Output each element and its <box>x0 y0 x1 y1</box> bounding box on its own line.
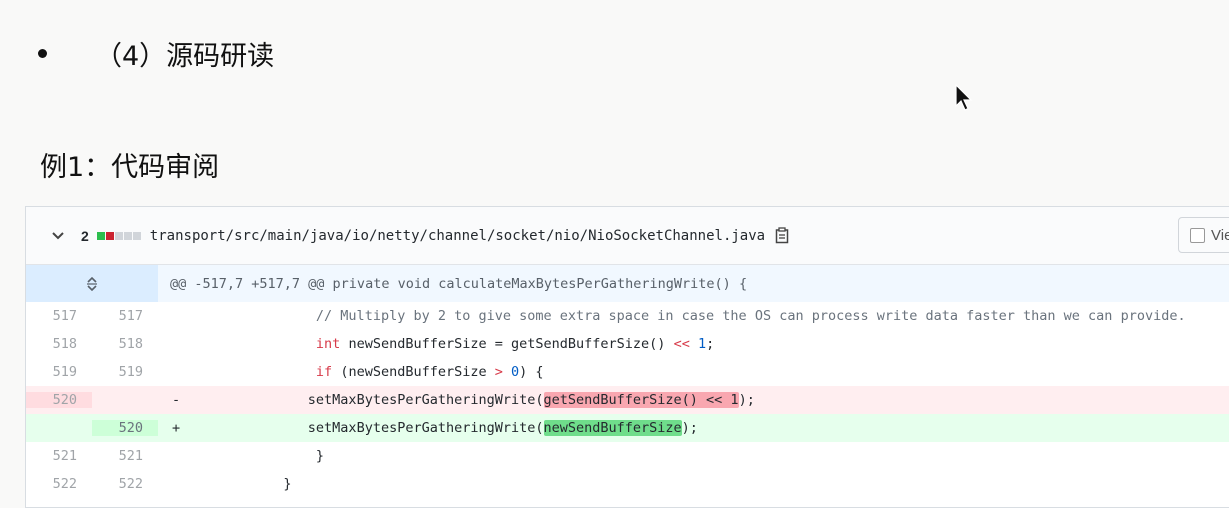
diff-row: 522 522 } <box>26 470 1229 498</box>
old-line-number[interactable]: 517 <box>26 308 92 324</box>
view-file-button[interactable]: Vie <box>1178 217 1229 253</box>
code-line: int newSendBufferSize = getSendBufferSiz… <box>158 336 714 352</box>
diffstat-block <box>105 231 114 240</box>
clipboard-icon[interactable] <box>775 227 790 244</box>
diff-row-deleted: 520 - setMaxBytesPerGatheringWrite(getSen… <box>26 386 1229 414</box>
code-token: int <box>315 336 341 352</box>
chevron-down-icon[interactable] <box>52 231 66 240</box>
diff-row: 518 518 int newSendBufferSize = getSendBu… <box>26 330 1229 358</box>
code-line: } <box>158 476 292 492</box>
view-file-label: Vie <box>1211 226 1229 244</box>
diff-panel: 2 transport/src/main/java/io/netty/chann… <box>25 206 1229 508</box>
code-token: } <box>315 448 325 464</box>
code-token: ) { <box>519 364 544 380</box>
example-title: 例1：代码审阅 <box>40 152 220 183</box>
code-line: } <box>158 448 324 464</box>
old-line-number[interactable]: 522 <box>26 476 92 492</box>
diff-row-added: 520 + setMaxBytesPerGatheringWrite(newSen… <box>26 414 1229 442</box>
changes-count: 2 <box>81 227 89 244</box>
old-line-number[interactable]: 518 <box>26 336 92 352</box>
changed-token: getSendBufferSize() << 1 <box>543 392 739 408</box>
bullet-heading: （4）源码研读 <box>38 34 274 73</box>
diffstat-block <box>114 231 123 240</box>
diff-file-header: 2 transport/src/main/java/io/netty/chann… <box>26 207 1229 265</box>
code-token: ; <box>706 336 715 352</box>
code-token: (newSendBufferSize <box>332 364 495 380</box>
code-token: ); <box>738 392 755 408</box>
new-line-number[interactable]: 522 <box>92 476 158 492</box>
code-token: > <box>494 364 503 380</box>
code-token: setMaxBytesPerGatheringWrite( <box>307 420 544 436</box>
diffstat-blocks <box>96 231 141 240</box>
expand-icon[interactable] <box>26 265 158 302</box>
file-path[interactable]: transport/src/main/java/io/netty/channel… <box>150 228 765 244</box>
new-line-number[interactable]: 520 <box>92 420 158 436</box>
code-token: newSendBufferSize = getSendBufferSize() <box>340 336 674 352</box>
code-line: if (newSendBufferSize > 0) { <box>158 364 544 380</box>
diff-lines: 517 517 // Multiply by 2 to give some ext… <box>26 302 1229 498</box>
diff-row: 517 517 // Multiply by 2 to give some ext… <box>26 302 1229 330</box>
diff-marker: + <box>172 420 181 436</box>
section-heading: （4）源码研读 <box>95 41 275 72</box>
bullet-dot <box>38 49 47 58</box>
code-token: 0 <box>511 364 520 380</box>
code-token: } <box>283 476 292 492</box>
view-checkbox[interactable] <box>1190 227 1205 243</box>
code-token: setMaxBytesPerGatheringWrite( <box>307 392 544 408</box>
code-token: if <box>315 364 333 380</box>
old-line-number[interactable]: 521 <box>26 448 92 464</box>
new-line-number[interactable]: 518 <box>92 336 158 352</box>
diffstat-block <box>123 231 132 240</box>
hunk-header-row: @@ -517,7 +517,7 @@ private void calcula… <box>26 265 1229 302</box>
code-token: ); <box>681 420 698 436</box>
code-line: // Multiply by 2 to give some extra spac… <box>158 308 1186 324</box>
old-line-number[interactable]: 519 <box>26 364 92 380</box>
new-line-number[interactable]: 517 <box>92 308 158 324</box>
code-token: 1 <box>697 336 707 352</box>
diffstat-block <box>132 231 141 240</box>
diff-marker: - <box>172 392 181 408</box>
code-token: // Multiply by 2 to give some extra spac… <box>315 308 1186 324</box>
new-line-number[interactable]: 519 <box>92 364 158 380</box>
diffstat-block <box>96 231 105 240</box>
old-line-number[interactable]: 520 <box>26 392 92 408</box>
hunk-header-text: @@ -517,7 +517,7 @@ private void calcula… <box>170 275 748 292</box>
code-line: - setMaxBytesPerGatheringWrite(getSendBu… <box>158 392 755 408</box>
diff-row: 519 519 if (newSendBufferSize > 0) { <box>26 358 1229 386</box>
code-token: << <box>673 336 690 352</box>
diff-row: 521 521 } <box>26 442 1229 470</box>
mouse-cursor-icon <box>955 84 973 111</box>
changed-token: newSendBufferSize <box>543 420 682 436</box>
new-line-number[interactable]: 521 <box>92 448 158 464</box>
code-line: + setMaxBytesPerGatheringWrite(newSendBu… <box>158 420 698 436</box>
